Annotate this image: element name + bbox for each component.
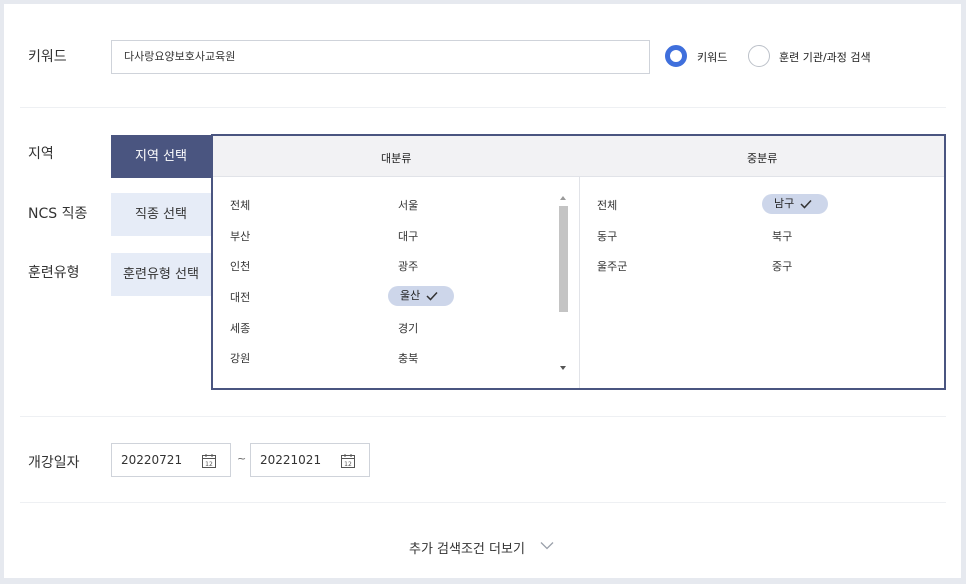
minor-option-selected[interactable]: 남구 [762, 194, 828, 214]
minor-option[interactable]: 전체 [597, 197, 617, 213]
major-option[interactable]: 광주 [398, 258, 418, 274]
major-option[interactable]: 강원 [230, 350, 250, 366]
major-option-selected[interactable]: 울산 [388, 286, 454, 306]
divider [20, 502, 946, 503]
minor-category-header: 중분류 [747, 152, 778, 165]
region-select-button[interactable]: 지역 선택 [111, 135, 211, 178]
ncs-label: NCS 직종 [28, 206, 88, 222]
chevron-down-icon[interactable] [540, 541, 554, 550]
major-option[interactable]: 대전 [230, 289, 250, 305]
minor-option[interactable]: 울주군 [597, 258, 627, 274]
calendar-icon[interactable]: 12 [340, 453, 356, 469]
major-option[interactable]: 전체 [230, 197, 250, 213]
divider [20, 416, 946, 417]
scroll-up-icon[interactable] [560, 196, 566, 200]
calendar-day: 12 [344, 461, 352, 468]
ncs-select-button[interactable]: 직종 선택 [111, 193, 211, 236]
major-option[interactable]: 인천 [230, 258, 250, 274]
start-date-value: 20220721 [121, 453, 183, 467]
scroll-thumb[interactable] [559, 206, 568, 312]
start-date-input[interactable]: 20220721 12 [111, 443, 231, 477]
radio-keyword-label[interactable]: 키워드 [697, 49, 727, 65]
minor-selected-label: 남구 [774, 197, 795, 210]
radio-org-search-label[interactable]: 훈련 기관/과정 검색 [779, 49, 871, 65]
divider [20, 107, 946, 108]
training-type-label: 훈련유형 [28, 265, 80, 281]
calendar-day: 12 [205, 461, 213, 468]
major-category-header: 대분류 [381, 152, 412, 165]
major-selected-label: 울산 [400, 289, 421, 302]
more-search-options-button[interactable]: 추가 검색조건 더보기 [409, 538, 525, 557]
major-option[interactable]: 부산 [230, 228, 250, 244]
check-icon [426, 291, 438, 301]
minor-option[interactable]: 북구 [772, 228, 792, 244]
keyword-label: 키워드 [28, 49, 67, 65]
major-option[interactable]: 서울 [398, 197, 418, 213]
region-dropdown: 대분류 중분류 전체 부산 인천 대전 세종 강원 서울 대구 광주 울산 경기… [211, 134, 946, 390]
calendar-icon[interactable]: 12 [201, 453, 217, 469]
minor-option[interactable]: 동구 [597, 228, 617, 244]
end-date-input[interactable]: 20221021 12 [250, 443, 370, 477]
date-range-separator: ~ [237, 452, 247, 465]
scroll-down-icon[interactable] [560, 366, 566, 370]
check-icon [800, 199, 812, 209]
region-label: 지역 [28, 146, 54, 162]
column-divider [579, 177, 580, 388]
major-option[interactable]: 경기 [398, 320, 418, 336]
major-option[interactable]: 충북 [398, 350, 418, 366]
dropdown-header: 대분류 중분류 [213, 136, 944, 177]
start-date-label: 개강일자 [28, 455, 80, 471]
radio-org-search[interactable] [748, 45, 770, 67]
major-option[interactable]: 세종 [230, 320, 250, 336]
minor-option[interactable]: 중구 [772, 258, 792, 274]
training-type-select-button[interactable]: 훈련유형 선택 [111, 253, 211, 296]
radio-keyword[interactable] [665, 45, 687, 67]
end-date-value: 20221021 [260, 453, 322, 467]
major-option[interactable]: 대구 [398, 228, 418, 244]
keyword-input[interactable]: 다사랑요양보호사교육원 [111, 40, 650, 74]
